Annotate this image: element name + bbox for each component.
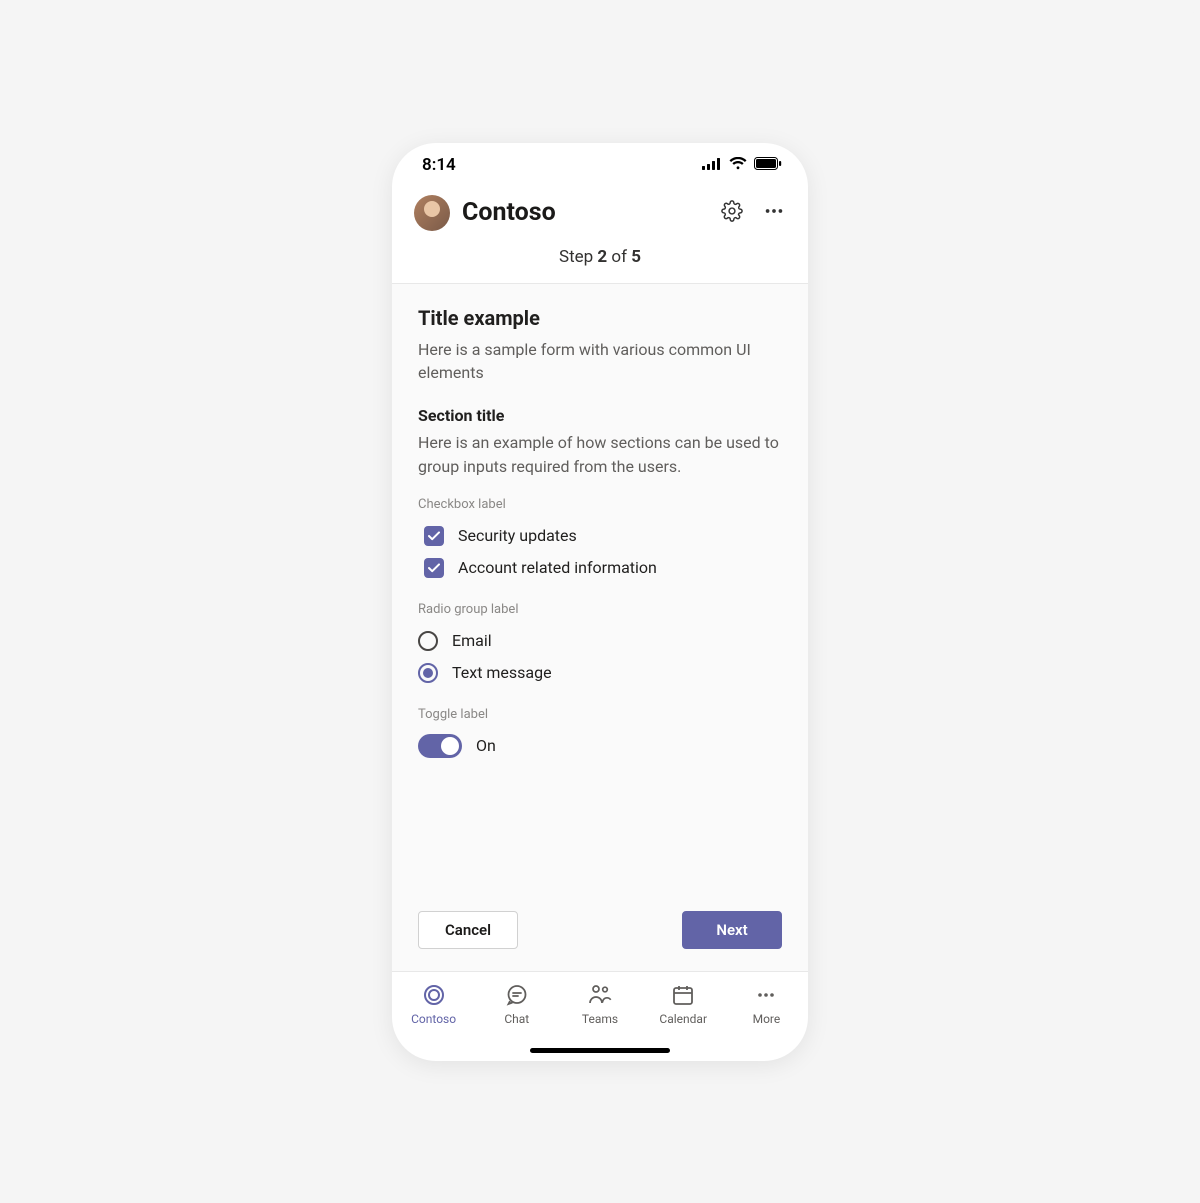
more-button[interactable] <box>762 201 786 225</box>
gear-icon <box>721 200 743 226</box>
battery-icon <box>754 155 782 174</box>
settings-button[interactable] <box>720 201 744 225</box>
tab-label: Teams <box>582 1012 618 1026</box>
more-horizontal-icon <box>763 200 785 226</box>
radio-label: Email <box>452 631 492 650</box>
next-button[interactable]: Next <box>682 911 782 949</box>
checkbox-group-label: Checkbox label <box>418 497 782 512</box>
teams-icon <box>587 982 613 1008</box>
page-title: Title example <box>418 306 782 330</box>
toggle-group: Toggle label On <box>418 707 782 762</box>
checkbox-label: Security updates <box>458 526 577 545</box>
checkbox-security-updates[interactable]: Security updates <box>418 520 782 552</box>
cellular-icon <box>702 155 722 174</box>
more-horizontal-icon <box>753 982 779 1008</box>
step-indicator: Step 2 of 5 <box>392 245 808 284</box>
app-header: Contoso <box>392 187 808 245</box>
status-time: 8:14 <box>422 155 456 175</box>
checkbox-checked-icon <box>424 558 444 578</box>
page-description: Here is a sample form with various commo… <box>418 338 782 384</box>
backdrop: 8:14 Contoso <box>0 0 1200 1203</box>
contoso-icon <box>421 982 447 1008</box>
tab-label: Calendar <box>659 1012 707 1026</box>
tab-label: Chat <box>504 1012 529 1026</box>
tab-more[interactable]: More <box>725 982 808 1061</box>
checkbox-group: Checkbox label Security updates Account … <box>418 497 782 584</box>
app-title: Contoso <box>462 198 708 227</box>
step-middle: of <box>607 247 631 267</box>
checkbox-checked-icon <box>424 526 444 546</box>
step-prefix: Step <box>559 247 597 267</box>
status-bar: 8:14 <box>392 143 808 187</box>
radio-text-message[interactable]: Text message <box>418 657 782 689</box>
radio-selected-icon <box>418 663 438 683</box>
checkbox-label: Account related information <box>458 558 657 577</box>
avatar[interactable] <box>414 195 450 231</box>
button-row: Cancel Next <box>418 911 782 971</box>
home-indicator[interactable] <box>530 1048 670 1053</box>
step-total: 5 <box>631 247 641 267</box>
toggle-row: On <box>418 730 782 762</box>
radio-group: Radio group label Email Text message <box>418 602 782 689</box>
radio-label: Text message <box>452 663 552 682</box>
spacer <box>418 780 782 911</box>
header-actions <box>720 201 786 225</box>
checkbox-account-info[interactable]: Account related information <box>418 552 782 584</box>
wifi-icon <box>729 155 747 174</box>
toggle-group-label: Toggle label <box>418 707 782 722</box>
radio-email[interactable]: Email <box>418 625 782 657</box>
form-content: Title example Here is a sample form with… <box>392 284 808 971</box>
chat-icon <box>504 982 530 1008</box>
toggle-switch[interactable] <box>418 734 462 758</box>
tab-contoso[interactable]: Contoso <box>392 982 475 1061</box>
toggle-state-label: On <box>476 736 496 755</box>
status-right <box>702 155 782 174</box>
tab-label: Contoso <box>411 1012 456 1026</box>
tab-label: More <box>753 1012 781 1026</box>
section-description: Here is an example of how sections can b… <box>418 431 782 479</box>
phone-frame: 8:14 Contoso <box>392 143 808 1061</box>
cancel-button[interactable]: Cancel <box>418 911 518 949</box>
step-current: 2 <box>597 247 607 267</box>
radio-group-label: Radio group label <box>418 602 782 617</box>
radio-unselected-icon <box>418 631 438 651</box>
section-title: Section title <box>418 406 782 425</box>
calendar-icon <box>670 982 696 1008</box>
